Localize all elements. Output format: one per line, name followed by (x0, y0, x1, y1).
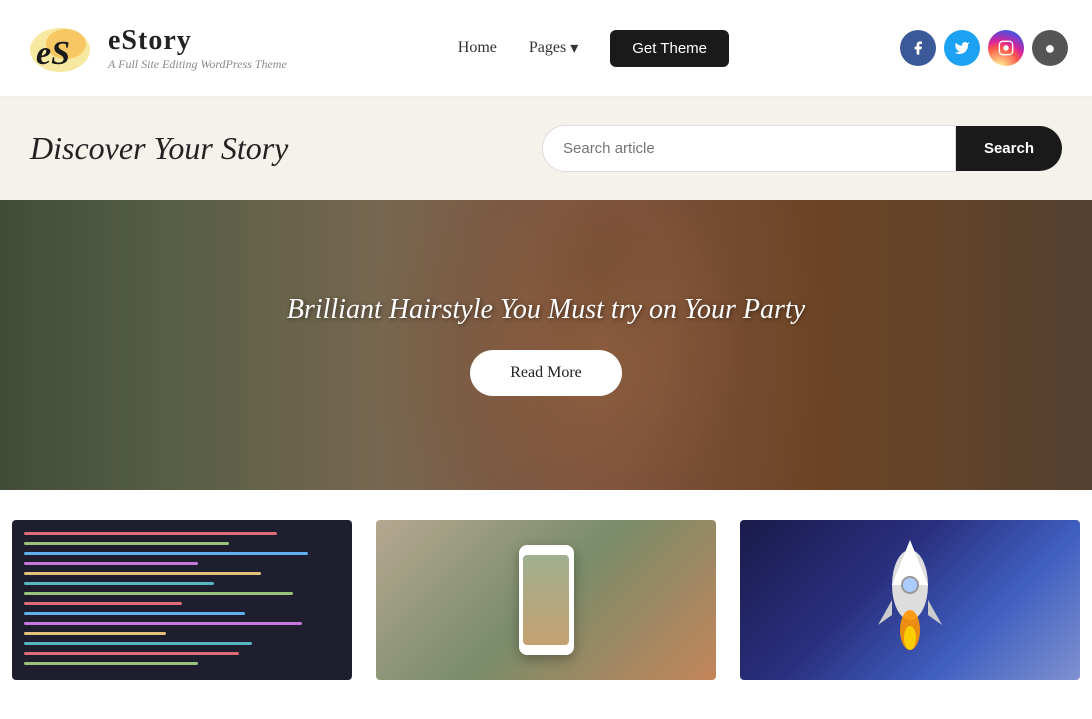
hero-content: Brilliant Hairstyle You Must try on Your… (287, 294, 805, 396)
more-social-icon[interactable]: ● (1032, 30, 1068, 66)
twitter-icon[interactable] (944, 30, 980, 66)
search-bar: Search (542, 125, 1062, 172)
logo-icon: eS (24, 12, 96, 84)
site-header: eS eStory A Full Site Editing WordPress … (0, 0, 1092, 97)
code-image (12, 520, 352, 680)
social-icons: ● (900, 30, 1068, 66)
card-phone (364, 510, 728, 690)
main-nav: Home Pages ▾ Get Theme (458, 30, 729, 67)
logo-text-block: eStory A Full Site Editing WordPress The… (108, 25, 287, 72)
chevron-down-icon: ▾ (570, 38, 578, 58)
read-more-button[interactable]: Read More (470, 350, 622, 396)
logo-area: eS eStory A Full Site Editing WordPress … (24, 12, 287, 84)
instagram-icon[interactable] (988, 30, 1024, 66)
phone-shape (519, 545, 574, 655)
card-grid (0, 490, 1092, 690)
facebook-icon[interactable] (900, 30, 936, 66)
nav-home[interactable]: Home (458, 39, 497, 57)
discover-title: Discover Your Story (30, 130, 288, 167)
get-theme-button[interactable]: Get Theme (610, 30, 729, 67)
hero-title: Brilliant Hairstyle You Must try on Your… (287, 294, 805, 326)
card-code (0, 510, 364, 690)
search-input[interactable] (542, 125, 956, 172)
site-title: eStory (108, 25, 287, 57)
card-rocket (728, 510, 1092, 690)
svg-text:eS: eS (36, 35, 70, 72)
search-button[interactable]: Search (956, 126, 1062, 171)
rocket-svg (850, 530, 970, 670)
rocket-image (740, 520, 1080, 680)
site-subtitle: A Full Site Editing WordPress Theme (108, 57, 287, 72)
phone-image (376, 520, 716, 680)
nav-pages[interactable]: Pages ▾ (529, 38, 578, 58)
search-band: Discover Your Story Search (0, 97, 1092, 200)
hero-section: Brilliant Hairstyle You Must try on Your… (0, 200, 1092, 490)
phone-screen (523, 555, 569, 645)
